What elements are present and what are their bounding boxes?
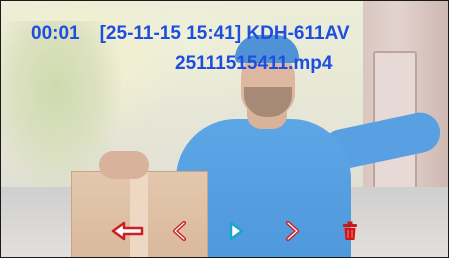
elapsed-time: 00:01 <box>31 23 80 44</box>
back-button[interactable] <box>111 220 145 242</box>
play-button[interactable] <box>223 220 249 242</box>
previous-button[interactable] <box>167 220 193 242</box>
delete-button[interactable] <box>337 220 363 242</box>
back-arrow-icon <box>111 221 144 241</box>
chevron-right-icon <box>286 221 299 241</box>
trash-icon <box>343 221 357 240</box>
file-name: 25111515411.mp4 <box>175 53 333 74</box>
package-box <box>71 171 208 257</box>
next-button[interactable] <box>279 220 305 242</box>
chevron-left-icon <box>173 221 186 241</box>
recording-info-line: 00:01 [25-11-15 15:41] KDH-611AV <box>31 23 350 45</box>
play-icon <box>229 221 244 241</box>
video-player: 00:01 [25-11-15 15:41] KDH-611AV 25111515… <box>0 0 449 258</box>
record-timestamp-device: [25-11-15 15:41] KDH-611AV <box>99 23 350 44</box>
